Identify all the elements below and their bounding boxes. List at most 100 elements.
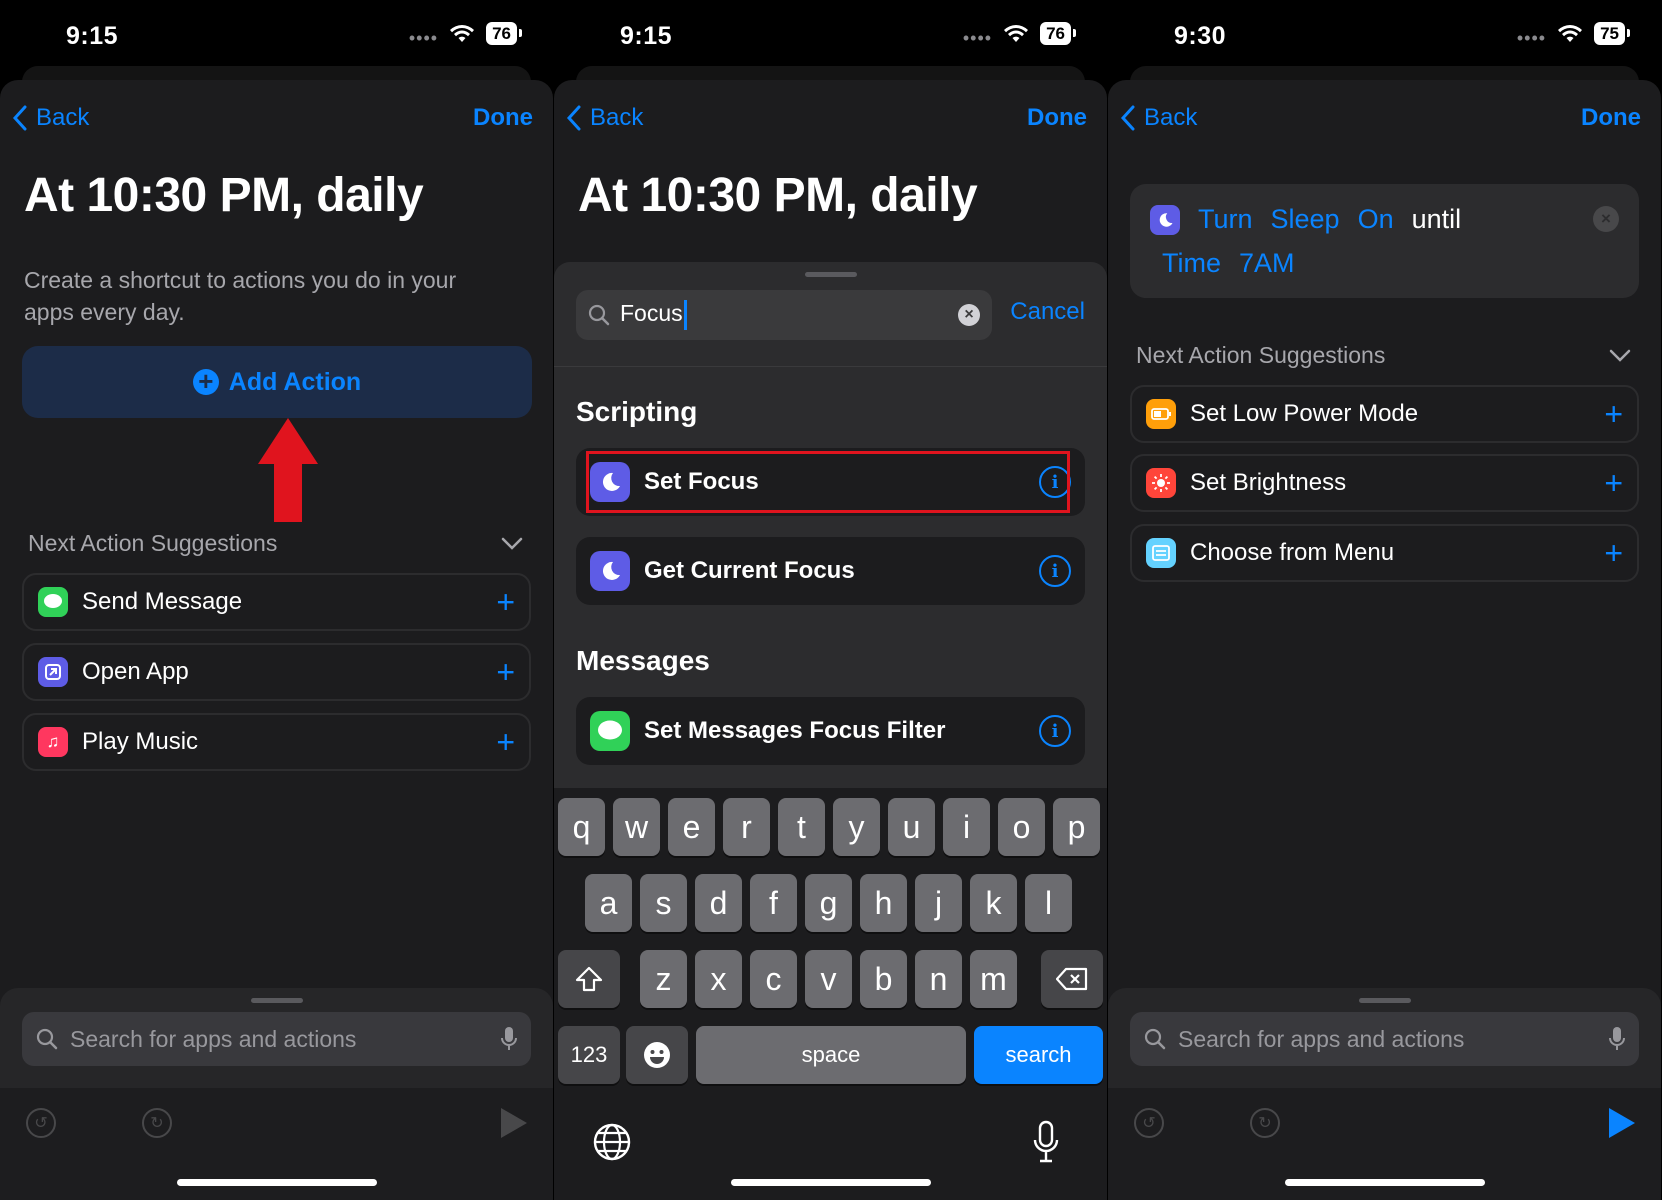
- suggestions-header[interactable]: Next Action Suggestions: [1136, 342, 1631, 369]
- key-k[interactable]: k: [970, 874, 1017, 932]
- time-token[interactable]: 7AM: [1239, 248, 1295, 279]
- key-j[interactable]: j: [915, 874, 962, 932]
- suggestions-header[interactable]: Next Action Suggestions: [28, 530, 523, 557]
- page-title: At 10:30 PM, daily: [24, 169, 424, 222]
- done-button[interactable]: Done: [473, 104, 533, 132]
- key-r[interactable]: r: [723, 798, 770, 856]
- suggestion-set-low-power-mode[interactable]: Set Low Power Mode +: [1130, 385, 1639, 443]
- key-q[interactable]: q: [558, 798, 605, 856]
- key-b[interactable]: b: [860, 950, 907, 1008]
- suggestion-set-brightness[interactable]: Set Brightness +: [1130, 454, 1639, 512]
- undo-icon[interactable]: ↺: [26, 1108, 56, 1138]
- key-v[interactable]: v: [805, 950, 852, 1008]
- info-icon[interactable]: i: [1039, 715, 1071, 747]
- key-z[interactable]: z: [640, 950, 687, 1008]
- home-indicator: [1284, 1179, 1485, 1186]
- result-label: Set Messages Focus Filter: [644, 717, 946, 744]
- add-icon[interactable]: +: [1604, 396, 1623, 433]
- mode-token[interactable]: Time: [1162, 248, 1221, 279]
- add-icon[interactable]: +: [496, 584, 515, 621]
- suggestions-header-label: Next Action Suggestions: [1136, 342, 1386, 368]
- suggestions-header-label: Next Action Suggestions: [28, 530, 278, 556]
- key-i[interactable]: i: [943, 798, 990, 856]
- red-arrow-annotation: [258, 418, 318, 522]
- play-icon[interactable]: [1609, 1108, 1635, 1138]
- search-input[interactable]: Search for apps and actions: [22, 1012, 531, 1066]
- sheet-grabber[interactable]: [250, 998, 303, 1003]
- suggestion-open-app[interactable]: Open App +: [22, 643, 531, 701]
- emoji-key[interactable]: [626, 1026, 688, 1084]
- done-button[interactable]: Done: [1581, 104, 1641, 132]
- chevron-left-icon: [12, 105, 27, 131]
- add-icon[interactable]: +: [496, 724, 515, 761]
- open-app-icon: [38, 657, 68, 687]
- microphone-icon[interactable]: [1032, 1120, 1060, 1164]
- key-d[interactable]: d: [695, 874, 742, 932]
- search-key[interactable]: search: [974, 1026, 1103, 1084]
- suggestion-label: Set Low Power Mode: [1190, 400, 1419, 427]
- action-verb-token[interactable]: Turn: [1198, 204, 1253, 235]
- undo-icon[interactable]: ↺: [1134, 1108, 1164, 1138]
- sheet-grabber[interactable]: [804, 272, 857, 277]
- globe-icon[interactable]: [592, 1122, 632, 1162]
- numbers-key[interactable]: 123: [558, 1026, 620, 1084]
- menu-icon: [1146, 538, 1176, 568]
- cancel-button[interactable]: Cancel: [1010, 298, 1085, 326]
- result-get-current-focus[interactable]: Get Current Focus i: [576, 537, 1085, 605]
- info-icon[interactable]: i: [1039, 555, 1071, 587]
- key-g[interactable]: g: [805, 874, 852, 932]
- search-icon: [1144, 1028, 1166, 1050]
- microphone-icon[interactable]: [501, 1026, 517, 1052]
- bottom-toolbar: ↺ ↻: [1108, 1088, 1661, 1200]
- add-action-button[interactable]: + Add Action: [22, 346, 532, 418]
- suggestion-choose-from-menu[interactable]: Choose from Menu +: [1130, 524, 1639, 582]
- focus-token[interactable]: Sleep: [1271, 204, 1340, 235]
- key-c[interactable]: c: [750, 950, 797, 1008]
- done-button[interactable]: Done: [1027, 104, 1087, 132]
- space-key[interactable]: space: [696, 1026, 966, 1084]
- search-input[interactable]: Search for apps and actions: [1130, 1012, 1639, 1066]
- play-icon[interactable]: [501, 1108, 527, 1138]
- back-button[interactable]: Back: [1120, 104, 1197, 132]
- back-button[interactable]: Back: [566, 104, 643, 132]
- key-e[interactable]: e: [668, 798, 715, 856]
- clear-icon[interactable]: ×: [958, 304, 980, 326]
- redo-icon[interactable]: ↻: [142, 1108, 172, 1138]
- phone-screen-3: 9:30 •••• 75 Back Done Turn Sleep On unt…: [1108, 0, 1661, 1200]
- set-focus-action-card[interactable]: Turn Sleep On until Time 7AM ×: [1130, 184, 1639, 298]
- sheet-grabber[interactable]: [1358, 998, 1411, 1003]
- key-u[interactable]: u: [888, 798, 935, 856]
- redo-icon[interactable]: ↻: [1250, 1108, 1280, 1138]
- add-icon[interactable]: +: [496, 654, 515, 691]
- key-w[interactable]: w: [613, 798, 660, 856]
- signal-icon: ••••: [962, 27, 993, 48]
- key-x[interactable]: x: [695, 950, 742, 1008]
- remove-action-icon[interactable]: ×: [1593, 206, 1619, 232]
- search-input[interactable]: Focus ×: [576, 290, 992, 340]
- key-y[interactable]: y: [833, 798, 880, 856]
- key-f[interactable]: f: [750, 874, 797, 932]
- search-icon: [588, 304, 610, 326]
- key-l[interactable]: l: [1025, 874, 1072, 932]
- key-a[interactable]: a: [585, 874, 632, 932]
- key-m[interactable]: m: [970, 950, 1017, 1008]
- suggestion-play-music[interactable]: ♫ Play Music +: [22, 713, 531, 771]
- back-button[interactable]: Back: [12, 104, 89, 132]
- suggestion-label: Choose from Menu: [1190, 539, 1395, 566]
- suggestion-send-message[interactable]: Send Message +: [22, 573, 531, 631]
- key-n[interactable]: n: [915, 950, 962, 1008]
- shift-key[interactable]: [558, 950, 620, 1008]
- battery-icon: [1146, 399, 1176, 429]
- add-icon[interactable]: +: [1604, 535, 1623, 572]
- key-s[interactable]: s: [640, 874, 687, 932]
- delete-key[interactable]: [1041, 950, 1103, 1008]
- key-o[interactable]: o: [998, 798, 1045, 856]
- add-icon[interactable]: +: [1604, 465, 1623, 502]
- key-h[interactable]: h: [860, 874, 907, 932]
- key-p[interactable]: p: [1053, 798, 1100, 856]
- microphone-icon[interactable]: [1609, 1026, 1625, 1052]
- key-t[interactable]: t: [778, 798, 825, 856]
- result-set-messages-focus-filter[interactable]: Set Messages Focus Filter i: [576, 697, 1085, 765]
- state-token[interactable]: On: [1358, 204, 1394, 235]
- suggestion-label: Set Brightness: [1190, 469, 1347, 496]
